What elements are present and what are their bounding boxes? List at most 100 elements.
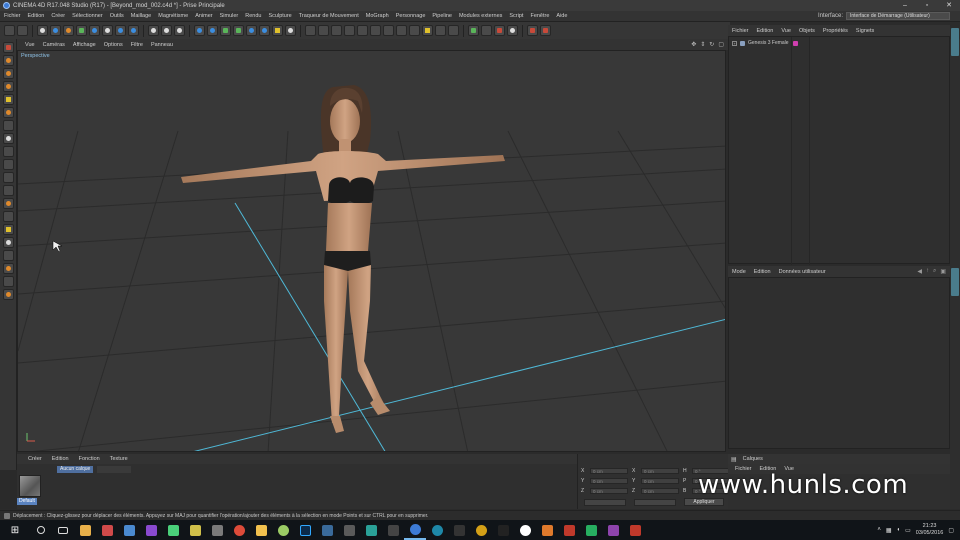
polygons-mode-icon[interactable] — [370, 25, 381, 36]
zbrush-icon[interactable] — [536, 520, 558, 540]
app-icon[interactable] — [448, 520, 470, 540]
menu-magnetisme[interactable]: Magnétisme — [154, 13, 191, 19]
expand-icon[interactable]: + — [732, 40, 737, 46]
layout-dropdown[interactable]: Interface de Démarrage (Utilisateur) — [846, 12, 950, 20]
cinema4d-taskbar-icon[interactable] — [404, 520, 426, 540]
cube-icon[interactable] — [194, 25, 205, 36]
object-mode-icon[interactable] — [2, 107, 14, 118]
windows-start-icon[interactable]: ⊞ — [0, 520, 30, 540]
close-icon[interactable]: ✕ — [938, 0, 960, 11]
app-icon[interactable] — [382, 520, 404, 540]
volume-icon[interactable]: ◖ — [897, 527, 901, 533]
subdivision-icon[interactable] — [220, 25, 231, 36]
paint-icon[interactable] — [2, 198, 14, 209]
points-icon[interactable] — [2, 120, 14, 131]
photoshop-icon[interactable] — [294, 520, 316, 540]
vp-menu-options[interactable]: Options — [100, 42, 127, 48]
snap-icon[interactable] — [409, 25, 420, 36]
menu-creer[interactable]: Créer — [47, 13, 68, 19]
tray-app-icon[interactable] — [118, 520, 140, 540]
axis-mode-icon[interactable] — [383, 25, 394, 36]
menu-outils[interactable]: Outils — [106, 13, 127, 19]
app-icon[interactable] — [426, 520, 448, 540]
menu-mograph[interactable]: MoGraph — [362, 13, 392, 19]
menu-edition[interactable]: Edition — [24, 13, 48, 19]
app-icon[interactable] — [558, 520, 580, 540]
pan-icon[interactable]: ✥ — [691, 41, 696, 48]
symmetry-left-icon[interactable] — [2, 289, 14, 300]
position-z-field[interactable]: 0 cm — [590, 488, 628, 494]
mat-menu-edition[interactable]: Edition — [47, 456, 74, 462]
om-menu-vue[interactable]: Vue — [777, 28, 795, 34]
vp-menu-cameras[interactable]: Caméras — [39, 42, 69, 48]
position-y-field[interactable]: 0 cm — [590, 478, 628, 484]
om-menu-edition[interactable]: Edition — [753, 28, 778, 34]
app-icon[interactable] — [316, 520, 338, 540]
maximize-view-icon[interactable]: ▢ — [718, 41, 724, 48]
vp-menu-affichage[interactable]: Affichage — [69, 42, 100, 48]
uv-polygons-icon[interactable] — [2, 172, 14, 183]
chevron-up-icon[interactable]: ˄ — [877, 527, 881, 533]
menu-rendu[interactable]: Rendu — [241, 13, 264, 19]
coord-mode-dropdown[interactable] — [584, 499, 626, 506]
tray-app-icon[interactable] — [140, 520, 162, 540]
size-z-field[interactable]: 0 cm — [641, 488, 679, 494]
material-thumbnail[interactable] — [19, 475, 41, 497]
om-menu-objets[interactable]: Objets — [795, 28, 819, 34]
size-y-field[interactable]: 0 cm — [641, 478, 679, 484]
move-icon[interactable] — [2, 55, 14, 66]
minimize-icon[interactable]: – — [894, 0, 916, 11]
orbit-icon[interactable]: ↻ — [709, 41, 714, 48]
light-icon[interactable] — [272, 25, 283, 36]
size-mode-dropdown[interactable] — [634, 499, 676, 506]
coordinate-icon[interactable] — [2, 94, 14, 105]
object-name[interactable]: Genesis 3 Female — [748, 40, 790, 46]
points-mode-icon[interactable] — [344, 25, 355, 36]
menu-fichier[interactable]: Fichier — [0, 13, 24, 19]
menu-pipeline[interactable]: Pipeline — [428, 13, 455, 19]
attr-menu-donnees[interactable]: Données utilisateur — [775, 269, 830, 275]
attr-menu-edition[interactable]: Edition — [750, 269, 775, 275]
vp-menu-vue[interactable]: Vue — [21, 42, 39, 48]
menu-selectionner[interactable]: Sélectionner — [68, 13, 106, 19]
object-row[interactable]: + Genesis 3 Female — [732, 39, 798, 47]
keyboard-icon[interactable]: ▭ — [905, 527, 911, 534]
file-explorer-icon[interactable] — [250, 520, 272, 540]
polygons-icon[interactable] — [2, 146, 14, 157]
tray-app-icon[interactable] — [74, 520, 96, 540]
menu-personnage[interactable]: Personnage — [392, 13, 429, 19]
app-icon[interactable] — [338, 520, 360, 540]
app-icon[interactable] — [514, 520, 536, 540]
app-icon[interactable] — [602, 520, 624, 540]
redo-icon[interactable] — [17, 25, 28, 36]
scale-icon[interactable] — [2, 81, 14, 92]
s-tool-icon[interactable] — [2, 237, 14, 248]
om-menu-fichier[interactable]: Fichier — [728, 28, 753, 34]
edges-mode-icon[interactable] — [357, 25, 368, 36]
script-icon[interactable] — [481, 25, 492, 36]
notification-icon[interactable]: ▢ — [948, 527, 954, 534]
material-name[interactable]: Default — [17, 498, 37, 505]
scale-tool-icon[interactable] — [63, 25, 74, 36]
snapping-icon[interactable] — [2, 224, 14, 235]
deformer-icon[interactable] — [246, 25, 257, 36]
menu-simuler[interactable]: Simuler — [216, 13, 242, 19]
plugin-red-icon[interactable] — [494, 25, 505, 36]
app-icon[interactable] — [272, 520, 294, 540]
x-axis-icon[interactable] — [89, 25, 100, 36]
workplane-icon[interactable] — [331, 25, 342, 36]
sculpt-icon[interactable] — [2, 185, 14, 196]
clock[interactable]: 21:23 03/05/2016 — [916, 523, 944, 537]
side-tab-objects[interactable] — [951, 28, 959, 56]
maya-icon[interactable] — [360, 520, 382, 540]
python-icon[interactable] — [468, 25, 479, 36]
model-mode-icon[interactable] — [305, 25, 316, 36]
plugin-b-icon[interactable] — [507, 25, 518, 36]
soft-selection-icon[interactable] — [435, 25, 446, 36]
menu-traqueur[interactable]: Traqueur de Mouvement — [295, 13, 362, 19]
tweak-mode-icon[interactable] — [396, 25, 407, 36]
magnet-icon[interactable] — [2, 263, 14, 274]
menu-animer[interactable]: Animer — [191, 13, 215, 19]
render-settings-icon[interactable] — [174, 25, 185, 36]
zoom-icon[interactable]: ⇕ — [700, 41, 705, 48]
